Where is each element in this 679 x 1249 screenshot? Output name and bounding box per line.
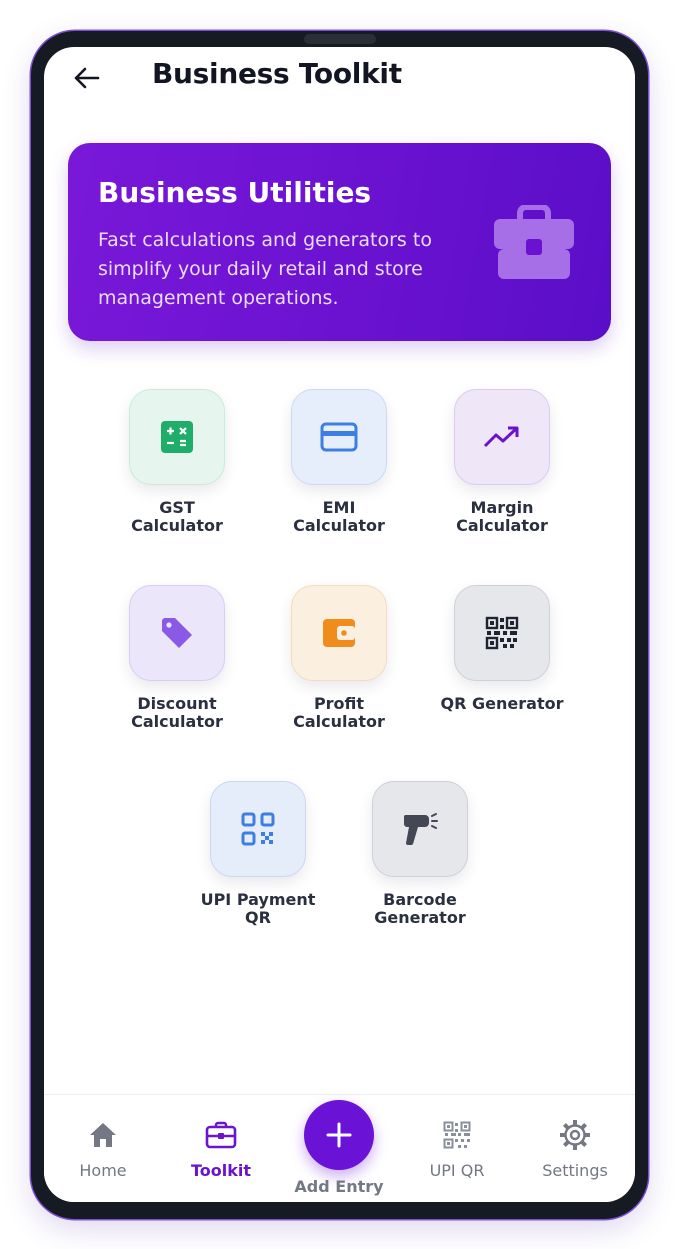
back-button[interactable] [68, 61, 104, 95]
hero-description: Fast calculations and generators to simp… [98, 229, 432, 309]
tool-label: QR Generator [440, 694, 564, 713]
top-bar: Business Toolkit [44, 47, 635, 109]
calculator-icon [161, 421, 193, 453]
nav-toolkit-label: Toolkit [190, 1161, 252, 1180]
plus-icon [326, 1122, 352, 1148]
tool-tile [210, 781, 306, 877]
tool-label: Margin Calculator [456, 498, 548, 535]
tool-label: UPI Payment QR [200, 890, 316, 927]
tool-discount-calculator[interactable]: Discount Calculator [102, 585, 252, 731]
tag-icon [162, 618, 192, 648]
gear-icon [559, 1119, 591, 1151]
arrow-left-icon [74, 67, 100, 89]
nav-home-label: Home [79, 1161, 127, 1180]
hero-title: Business Utilities [98, 176, 372, 209]
trending-up-icon [483, 426, 519, 448]
barcode-scanner-icon [403, 813, 438, 846]
tool-qr-generator[interactable]: QR Generator [427, 585, 577, 713]
qr-code-icon [485, 616, 519, 650]
qr-code-icon [441, 1119, 473, 1151]
nav-settings-label: Settings [542, 1161, 608, 1180]
add-entry-button[interactable] [304, 1100, 374, 1170]
tool-gst-calculator[interactable]: GST Calculator [102, 389, 252, 535]
nav-upi-qr-label: UPI QR [429, 1161, 485, 1180]
nav-toolkit[interactable]: Toolkit [166, 1095, 276, 1202]
page-title: Business Toolkit [152, 57, 402, 90]
tool-label: EMI Calculator [293, 498, 385, 535]
home-icon [87, 1119, 119, 1151]
tool-label: Barcode Generator [374, 890, 466, 927]
tool-upi-payment-qr[interactable]: UPI Payment QR [183, 781, 333, 927]
briefcase-icon [494, 205, 574, 279]
app-screen: Business Toolkit Business Utilities Fast… [44, 47, 635, 1202]
tool-label: Profit Calculator [293, 694, 385, 731]
add-entry-label: Add Entry [294, 1177, 384, 1196]
nav-settings[interactable]: Settings [520, 1095, 630, 1202]
tool-margin-calculator[interactable]: Margin Calculator [427, 389, 577, 535]
briefcase-icon [205, 1119, 237, 1151]
tool-tile [291, 389, 387, 485]
nav-upi-qr[interactable]: UPI QR [402, 1095, 512, 1202]
tool-label: Discount Calculator [131, 694, 223, 731]
tool-emi-calculator[interactable]: EMI Calculator [264, 389, 414, 535]
tool-barcode-generator[interactable]: Barcode Generator [345, 781, 495, 927]
nav-home[interactable]: Home [48, 1095, 158, 1202]
tool-tile [129, 585, 225, 681]
wallet-icon [323, 619, 355, 647]
tool-tile [372, 781, 468, 877]
bottom-navigation: Home Toolkit Add Entry UPI QR Settings [44, 1094, 635, 1202]
tool-profit-calculator[interactable]: Profit Calculator [264, 585, 414, 731]
tool-tile [129, 389, 225, 485]
tool-tile [454, 585, 550, 681]
credit-card-icon [320, 422, 358, 452]
qr-scan-icon [241, 812, 275, 846]
tool-tile [454, 389, 550, 485]
tool-tile [291, 585, 387, 681]
hero-banner: Business Utilities Fast calculations and… [68, 143, 611, 341]
tool-label: GST Calculator [131, 498, 223, 535]
phone-notch [304, 34, 376, 44]
